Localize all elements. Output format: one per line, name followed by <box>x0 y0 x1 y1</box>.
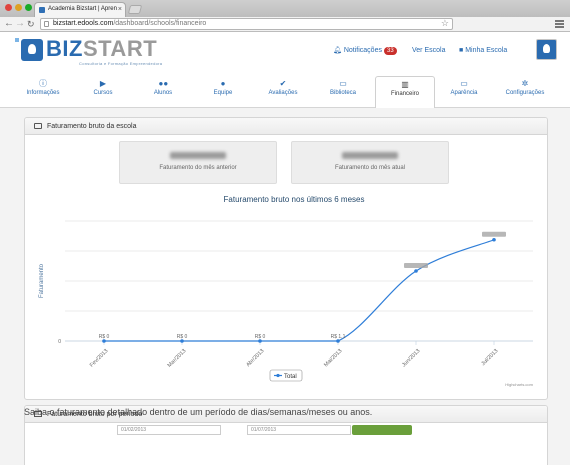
redacted-value <box>342 152 398 159</box>
chart-data-label: R$ 1,1 <box>331 334 346 340</box>
chart-data-label-redacted <box>404 263 428 268</box>
chart-data-label: R$ 0 <box>99 334 110 340</box>
previous-month-label: Faturamento do mês anterior <box>159 165 237 171</box>
forward-icon[interactable]: → <box>15 17 25 31</box>
revenue-panel-header: Faturamento bruto da escola <box>25 118 547 135</box>
view-school-link[interactable]: Ver Escola <box>412 46 445 56</box>
chart-credits[interactable]: Highcharts.com <box>505 382 533 387</box>
video-icon: ■ <box>459 47 464 54</box>
tab-configuracoes[interactable]: ✲ Configurações <box>495 76 555 107</box>
play-icon: ▶ <box>99 79 107 88</box>
window-controls <box>5 4 32 11</box>
chart-title: Faturamento bruto nos últimos 6 meses <box>224 195 365 204</box>
new-tab-button[interactable] <box>127 5 143 14</box>
avatar[interactable] <box>536 39 557 60</box>
close-tab-icon[interactable]: × <box>118 3 122 16</box>
monitor-icon: ▭ <box>460 79 468 88</box>
browser-window: Academia Bizstart | Apren × ← → ↻ bizsta… <box>0 0 570 465</box>
current-month-label: Faturamento do mês atual <box>334 165 406 171</box>
chart-y-tick-label: 0 <box>58 339 61 345</box>
chart-x-tick-label: Jul/2013 <box>480 348 499 367</box>
filter-button[interactable] <box>352 425 412 435</box>
period-start-input[interactable]: 01/02/2013 <box>117 425 221 435</box>
content-area: Faturamento bruto da escola Faturamento … <box>0 108 570 465</box>
legend-item-total: Total <box>284 374 297 380</box>
bell-icon: 🔔︎ <box>333 47 342 54</box>
chart-data-label-redacted <box>482 231 506 237</box>
chart-point <box>492 237 496 242</box>
tab-equipe[interactable]: ● Equipe <box>193 76 253 107</box>
tab-alunos[interactable]: ●● Alunos <box>133 76 193 107</box>
browser-menu-icon[interactable] <box>555 20 564 28</box>
close-window-button[interactable] <box>5 4 12 11</box>
chart-x-tick-label: Jun/2013 <box>401 348 421 368</box>
bulb-logo-icon[interactable] <box>21 39 43 61</box>
check-icon: ✔ <box>279 79 287 88</box>
browser-tab-title: Academia Bizstart | Apren <box>48 6 117 12</box>
previous-month-stat: Faturamento do mês anterior <box>119 141 277 184</box>
minimize-window-button[interactable] <box>15 4 22 11</box>
notifications-badge: 33 <box>383 47 397 55</box>
chart-icon: ▥ <box>401 80 409 89</box>
chart-y-axis-label: Faturamento <box>39 263 45 298</box>
page-icon <box>44 21 49 27</box>
period-end-input[interactable]: 01/07/2013 <box>247 425 351 435</box>
logo-pixel <box>15 38 19 42</box>
tab-avaliacoes[interactable]: ✔ Avaliações <box>253 76 313 107</box>
tab-informacoes[interactable]: ⓘ Informações <box>13 76 73 107</box>
browser-tab-bar: Academia Bizstart | Apren × <box>0 0 570 17</box>
cogs-icon: ✲ <box>521 79 529 88</box>
tab-aparencia[interactable]: ▭ Aparência <box>434 76 494 107</box>
chart-point <box>414 269 418 273</box>
url-field[interactable]: bizstart.edools.com/dashboard/schools/fi… <box>40 18 453 30</box>
bookmark-star-icon[interactable]: ☆ <box>441 18 449 28</box>
chart-series-line <box>104 239 495 342</box>
chart-x-tick-label: Fev/2013 <box>89 348 109 368</box>
browser-tab[interactable]: Academia Bizstart | Apren × <box>34 2 126 17</box>
notifications-link[interactable]: 🔔︎ Notificações 33 <box>333 46 397 56</box>
url-host: bizstart.edools.com <box>53 20 114 27</box>
my-school-link[interactable]: ■ Minha Escola <box>459 46 507 56</box>
favicon-icon <box>39 7 45 13</box>
current-month-stat: Faturamento do mês atual <box>291 141 449 184</box>
chart-x-tick-label: Abr/2013 <box>245 348 265 368</box>
chart-x-tick-label: Mar/2013 <box>167 348 188 369</box>
tab-biblioteca[interactable]: ▭ Biblioteca <box>313 76 373 107</box>
chart-data-label: R$ 0 <box>177 334 188 340</box>
chart-x-tick-label: Mai/2013 <box>323 348 343 368</box>
user-icon: ● <box>220 79 226 88</box>
url-path: /dashboard/schools/financeiro <box>113 20 207 27</box>
address-bar: ← → ↻ bizstart.edools.com/dashboard/scho… <box>0 17 570 32</box>
tab-cursos[interactable]: ▶ Cursos <box>73 76 133 107</box>
revenue-line-chart: Faturamento bruto nos últimos 6 meses Fa… <box>39 195 534 387</box>
chart-legend[interactable]: Total <box>269 369 303 382</box>
revenue-panel: Faturamento bruto da escola Faturamento … <box>24 117 548 400</box>
redacted-value <box>170 152 226 159</box>
zoom-window-button[interactable] <box>25 4 32 11</box>
revenue-panel-title: Faturamento bruto da escola <box>47 123 137 130</box>
users-icon: ●● <box>158 79 169 88</box>
inbox-icon: ▭ <box>339 79 347 88</box>
app-header: BIZSTART Consultoria e Formação Empreend… <box>0 32 570 72</box>
reload-icon[interactable]: ↻ <box>27 17 35 31</box>
chart-data-label: R$ 0 <box>255 334 266 340</box>
info-icon: ⓘ <box>39 79 47 88</box>
back-icon[interactable]: ← <box>4 17 14 31</box>
logo-wordmark[interactable]: BIZSTART <box>46 38 157 60</box>
period-description: Saiba o faturamento detalhado dentro de … <box>24 407 373 417</box>
logo-tagline: Consultoria e Formação Empreendedora <box>79 61 163 66</box>
main-tabs: ⓘ Informações ▶ Cursos ●● Alunos ● Equipe ✔ A… <box>0 72 570 109</box>
money-icon <box>34 123 42 129</box>
tab-financeiro[interactable]: ▥ Financeiro <box>375 76 435 109</box>
